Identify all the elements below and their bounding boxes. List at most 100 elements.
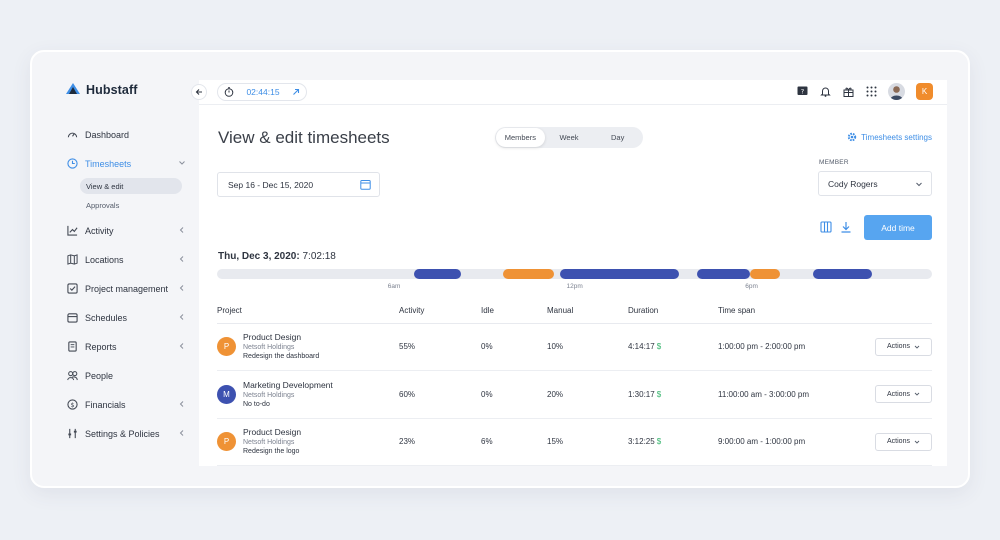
col-time-span[interactable]: Time span: [718, 299, 858, 324]
col-actions: [858, 299, 932, 324]
col-activity[interactable]: Activity: [399, 299, 481, 324]
sidebar-item-label: Settings & Policies: [85, 428, 160, 439]
chevron-down-icon: [179, 161, 185, 165]
actions-button[interactable]: Actions: [875, 432, 932, 451]
table-header-row: Project Activity Idle Manual Duration Ti…: [217, 299, 932, 324]
clock-icon: [66, 158, 78, 170]
project-name: Product Design: [243, 427, 302, 438]
timesheets-settings-link[interactable]: Timesheets settings: [847, 132, 932, 142]
chevron-down-icon: [916, 182, 922, 187]
sidebar-item-activity[interactable]: Activity: [66, 216, 190, 245]
timeline-segment-tracked[interactable]: [413, 269, 462, 279]
sidebar-item-dashboard[interactable]: Dashboard: [66, 120, 190, 149]
tab-members[interactable]: Members: [496, 128, 545, 147]
open-external-icon[interactable]: [292, 88, 300, 96]
manual-value: 15%: [547, 418, 628, 466]
calendar-icon: [66, 312, 78, 324]
gift-icon[interactable]: [842, 86, 854, 98]
view-mode-toggle: Members Week Day: [495, 127, 643, 148]
columns-icon[interactable]: [820, 221, 832, 233]
chevron-left-icon: [179, 285, 184, 291]
actions-button[interactable]: Actions: [875, 385, 932, 404]
activity-value: 60%: [399, 370, 481, 419]
task-name: Redesign the logo: [243, 448, 300, 456]
actions-label: Actions: [887, 438, 910, 446]
col-duration[interactable]: Duration: [628, 299, 718, 324]
timer-widget[interactable]: 02:44:15: [217, 83, 307, 101]
topbar: 02:44:15 ? K: [191, 80, 947, 105]
dollar-icon: $: [66, 399, 78, 411]
sidebar-item-locations[interactable]: Locations: [66, 245, 190, 274]
idle-value: 0%: [481, 370, 547, 419]
timeline-segment-tracked[interactable]: [812, 269, 873, 279]
sidebar-item-reports[interactable]: Reports: [66, 332, 190, 361]
sidebar-item-settings-policies[interactable]: Settings & Policies: [66, 419, 190, 448]
sidebar-item-label: Dashboard: [85, 129, 130, 140]
main-panel: 02:44:15 ? K View & edit timesheets Memb…: [191, 80, 947, 466]
tab-week[interactable]: Week: [545, 128, 594, 147]
member-select[interactable]: Cody Rogers: [818, 171, 932, 196]
sidebar-item-label: People: [85, 370, 114, 381]
collapse-sidebar-button[interactable]: [191, 84, 207, 100]
table-row[interactable]: P Product Design Netsoft Holdings Redesi…: [217, 323, 932, 371]
sidebar: Hubstaff Dashboard Timesheets View & edi…: [32, 52, 197, 486]
add-time-button[interactable]: Add time: [864, 215, 932, 240]
stopwatch-icon: [224, 87, 234, 97]
sidebar-subitem-approvals[interactable]: Approvals: [80, 197, 190, 213]
sidebar-item-label: Locations: [85, 254, 124, 265]
chevron-left-icon: [179, 256, 184, 262]
chevron-left-icon: [179, 343, 184, 349]
sidebar-item-label: Timesheets: [85, 158, 132, 169]
day-summary: Thu, Dec 3, 2020: 7:02:18: [218, 251, 336, 262]
actions-label: Actions: [887, 390, 910, 398]
sidebar-item-financials[interactable]: $ Financials: [66, 390, 190, 419]
user-avatar[interactable]: [888, 83, 905, 100]
chevron-down-icon: [914, 345, 920, 349]
sidebar-item-people[interactable]: People: [66, 361, 190, 390]
col-project[interactable]: Project: [217, 299, 399, 324]
task-name: Redesign the dashboard: [243, 353, 320, 361]
app-name: Hubstaff: [86, 83, 138, 97]
manual-value: 10%: [547, 323, 628, 371]
sidebar-item-schedules[interactable]: Schedules: [66, 303, 190, 332]
timeline-segment-tracked[interactable]: [559, 269, 679, 279]
bell-icon[interactable]: [819, 86, 831, 98]
manual-value: 20%: [547, 370, 628, 419]
help-icon[interactable]: ?: [796, 86, 808, 98]
sidebar-item-label: Activity: [85, 225, 114, 236]
project-name: Marketing Development: [243, 379, 333, 390]
people-icon: [66, 370, 78, 382]
time-span-value: 1:00:00 pm - 2:00:00 pm: [718, 323, 858, 371]
organization-badge[interactable]: K: [916, 83, 933, 100]
sidebar-item-timesheets[interactable]: Timesheets: [66, 149, 190, 178]
client-name: Netsoft Holdings: [243, 344, 295, 352]
time-span-value: 9:00:00 am - 1:00:00 pm: [718, 418, 858, 466]
apps-grid-icon[interactable]: [865, 86, 877, 98]
actions-button[interactable]: Actions: [875, 337, 932, 356]
actions-label: Actions: [887, 343, 910, 351]
project-badge: P: [217, 432, 236, 452]
gear-icon: [847, 132, 857, 142]
col-idle[interactable]: Idle: [481, 299, 547, 324]
hubstaff-logo-icon: [66, 83, 80, 94]
col-manual[interactable]: Manual: [547, 299, 628, 324]
timeline-segment-manual[interactable]: [750, 269, 781, 279]
tab-day[interactable]: Day: [593, 128, 642, 147]
table-row[interactable]: M Marketing Development Netsoft Holdings…: [217, 370, 932, 419]
timesheets-submenu: View & edit Approvals: [80, 178, 190, 213]
chevron-left-icon: [179, 430, 184, 436]
date-range-value: Sep 16 - Dec 15, 2020: [228, 179, 314, 190]
logo[interactable]: Hubstaff: [66, 83, 138, 97]
timeline-segment-manual[interactable]: [503, 269, 554, 279]
chevron-down-icon: [914, 440, 920, 444]
billable-icon: $: [656, 437, 662, 447]
svg-text:$: $: [70, 401, 74, 409]
member-value: Cody Rogers: [828, 178, 878, 189]
table-row[interactable]: P Product Design Netsoft Holdings Redesi…: [217, 418, 932, 466]
sidebar-subitem-view-edit[interactable]: View & edit: [80, 178, 182, 194]
timeline-segment-tracked[interactable]: [696, 269, 751, 279]
download-icon[interactable]: [840, 221, 852, 233]
time-span-value: 11:00:00 am - 3:00:00 pm: [718, 370, 858, 419]
sidebar-item-project-management[interactable]: Project management: [66, 274, 190, 303]
date-range-picker[interactable]: Sep 16 - Dec 15, 2020: [217, 172, 380, 197]
